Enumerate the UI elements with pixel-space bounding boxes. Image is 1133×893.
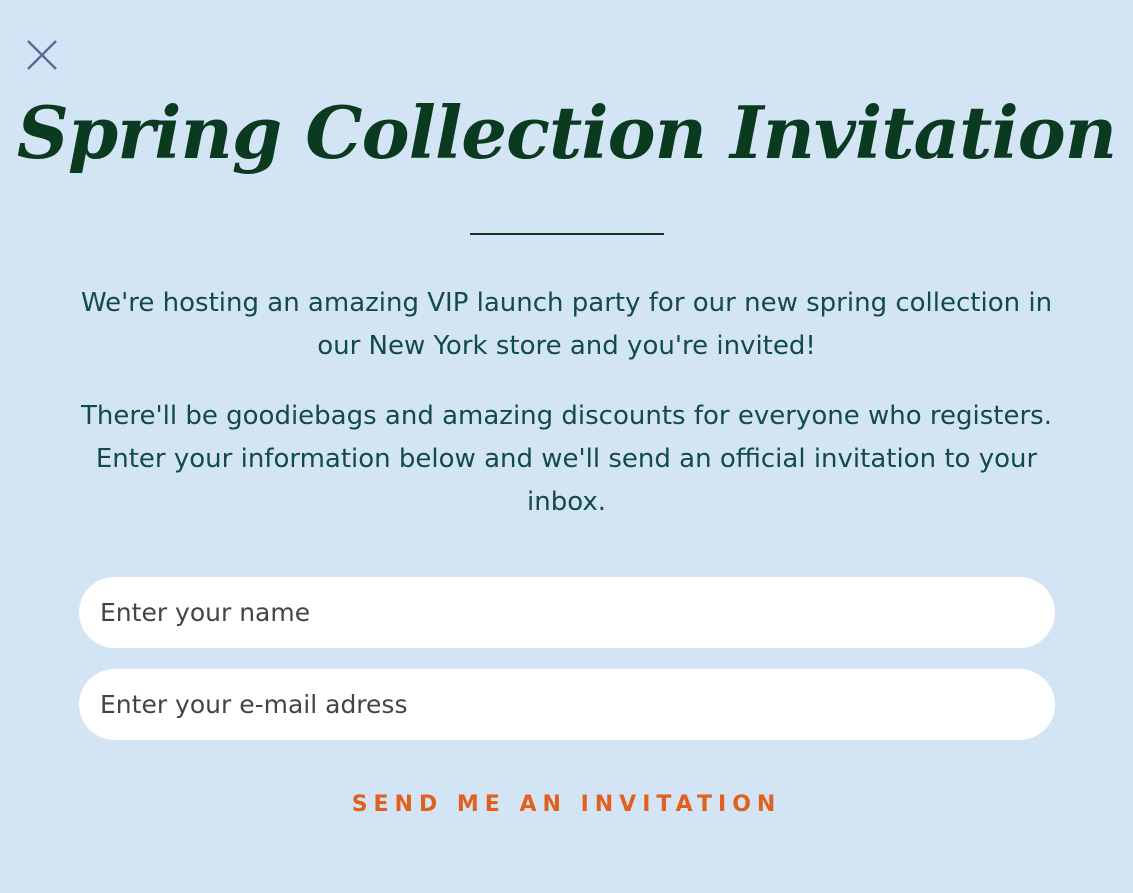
send-invitation-button[interactable]: SEND ME AN INVITATION <box>0 782 1133 826</box>
email-input[interactable] <box>79 669 1055 740</box>
name-input[interactable] <box>79 577 1055 648</box>
intro-text: We're hosting an amazing VIP launch part… <box>80 288 1053 361</box>
invitation-modal: Spring Collection Invitation We're hosti… <box>0 0 1133 893</box>
close-icon <box>27 40 57 70</box>
title-divider <box>470 233 664 235</box>
close-button[interactable] <box>26 39 58 71</box>
details-text: There'll be goodiebags and amazing disco… <box>81 401 1052 517</box>
modal-title: Spring Collection Invitation <box>16 90 1117 175</box>
